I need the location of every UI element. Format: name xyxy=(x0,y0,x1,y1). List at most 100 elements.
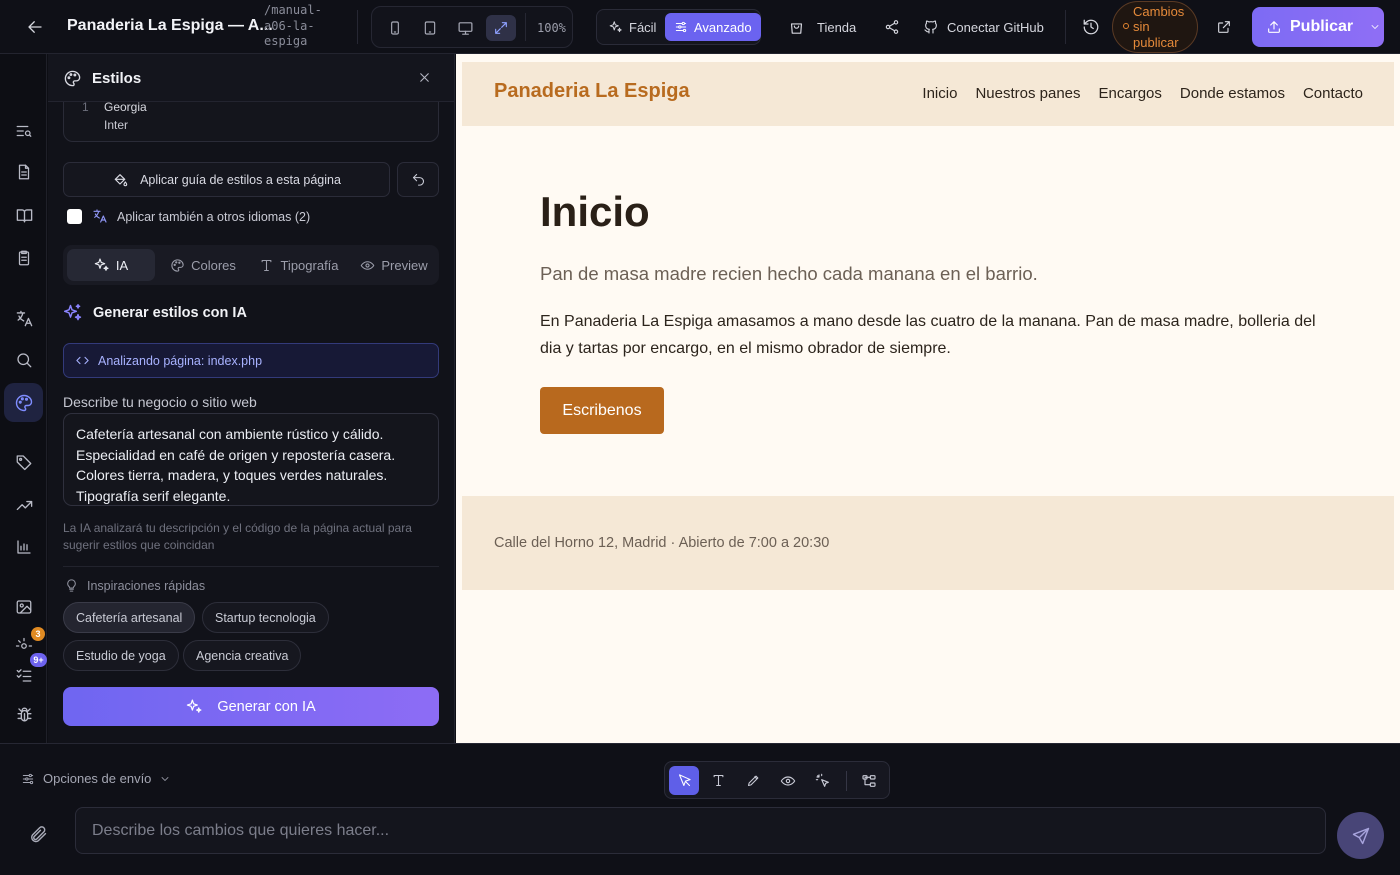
desktop-view-icon[interactable] xyxy=(450,15,480,41)
send-icon xyxy=(1351,826,1371,846)
generate-with-ai-button[interactable]: Generar con IA xyxy=(63,687,439,726)
paint-bucket-icon xyxy=(112,172,128,188)
generate-heading: Generar estilos con IA xyxy=(63,303,247,323)
tab-tipografia[interactable]: Tipografía xyxy=(249,249,349,281)
upload-icon xyxy=(1266,19,1282,35)
site-header: Panaderia La Espiga Inicio Nuestros pane… xyxy=(462,62,1394,126)
divider xyxy=(1065,10,1066,44)
panel-header: Estilos xyxy=(48,54,454,102)
fullscreen-view-icon[interactable] xyxy=(486,15,516,41)
connect-github-button[interactable]: Conectar GitHub xyxy=(923,17,1044,37)
external-link-icon[interactable] xyxy=(1216,17,1232,37)
github-icon xyxy=(923,19,939,35)
tasks-badge: 9+ xyxy=(30,653,47,667)
chat-bar: Opciones de envío Describe los cambios q… xyxy=(0,743,1400,875)
mobile-view-icon[interactable] xyxy=(380,15,410,41)
text-tool-icon[interactable] xyxy=(703,766,733,795)
top-bar: Panaderia La Espiga — A... /manual-a06-l… xyxy=(0,0,1400,54)
tag-icon[interactable] xyxy=(12,450,36,474)
checklist-icon[interactable] xyxy=(12,663,36,687)
bug-icon[interactable] xyxy=(12,702,36,726)
nav-link-contacto[interactable]: Contacto xyxy=(1303,85,1363,102)
tab-preview[interactable]: Preview xyxy=(351,249,437,281)
unpublished-changes-badge[interactable]: Cambios sin publicar xyxy=(1112,1,1198,53)
inspiration-chip[interactable]: Cafetería artesanal xyxy=(63,602,196,633)
analyzing-status: Analizando página: index.php xyxy=(63,343,439,378)
left-rail: 3 9+ xyxy=(0,54,47,743)
nav-link-encargos[interactable]: Encargos xyxy=(1099,85,1162,102)
hero-body: En Panaderia La Espiga amasamos a mano d… xyxy=(540,313,1316,357)
site-logo[interactable]: Panaderia La Espiga xyxy=(494,80,690,103)
inspiration-chip[interactable]: Agencia creativa xyxy=(183,640,302,671)
file-icon[interactable] xyxy=(12,160,36,184)
sliders-icon xyxy=(21,772,35,786)
status-dot xyxy=(1123,23,1129,29)
hero-title: Inicio xyxy=(540,188,650,235)
inspiration-chip[interactable]: Startup tecnologia xyxy=(202,602,329,633)
store-button[interactable]: Tienda xyxy=(788,17,856,37)
book-icon[interactable] xyxy=(12,203,36,227)
hero-subtitle: Pan de masa madre recien hecho cada mana… xyxy=(540,263,1038,284)
nav-link-inicio[interactable]: Inicio xyxy=(922,85,957,102)
font-index: 1 xyxy=(82,100,89,114)
divider xyxy=(357,10,358,44)
mode-easy-button[interactable]: Fácil xyxy=(600,13,665,41)
divider xyxy=(63,566,439,567)
zoom-level[interactable]: 100% xyxy=(537,21,566,35)
panel-title: Estilos xyxy=(92,70,142,87)
nav-link-panes[interactable]: Nuestros panes xyxy=(975,85,1080,102)
edit-tools xyxy=(664,761,890,799)
trending-icon[interactable] xyxy=(12,493,36,517)
cta-button[interactable]: Escribenos xyxy=(540,387,664,434)
ai-hint-text: La IA analizará tu descripción y el códi… xyxy=(63,521,412,552)
sparkles-icon xyxy=(94,257,110,273)
publish-button[interactable]: Publicar xyxy=(1252,7,1384,47)
tab-ia[interactable]: IA xyxy=(67,249,155,281)
translate-icon[interactable] xyxy=(12,306,36,330)
describe-label: Describe tu negocio o sitio web xyxy=(63,394,257,410)
project-title: Panaderia La Espiga — A... xyxy=(67,17,273,34)
undo-icon xyxy=(411,172,426,187)
history-icon[interactable] xyxy=(1082,17,1100,37)
tablet-view-icon[interactable] xyxy=(415,15,445,41)
site-nav: Inicio Nuestros panes Encargos Donde est… xyxy=(922,85,1363,102)
bar-chart-icon[interactable] xyxy=(12,535,36,559)
palette-icon xyxy=(63,69,82,88)
eye-icon xyxy=(360,258,375,273)
back-arrow-icon[interactable] xyxy=(22,15,48,39)
paperclip-icon[interactable] xyxy=(28,824,48,844)
site-preview: Panaderia La Espiga Inicio Nuestros pane… xyxy=(456,54,1400,743)
palette-icon[interactable] xyxy=(4,383,43,422)
chevron-down-icon xyxy=(159,773,171,785)
search-list-icon[interactable] xyxy=(12,119,36,143)
send-options-toggle[interactable]: Opciones de envío xyxy=(21,771,171,786)
apply-other-languages-checkbox[interactable] xyxy=(67,209,82,224)
magic-cursor-icon[interactable] xyxy=(808,766,838,795)
chat-input[interactable]: Describe los cambios que quieres hacer..… xyxy=(75,807,1326,854)
component-tree-icon[interactable] xyxy=(854,766,884,795)
share-icon[interactable] xyxy=(884,17,900,37)
search-icon[interactable] xyxy=(12,348,36,372)
heading-font: Georgia xyxy=(104,100,147,114)
divider xyxy=(525,13,526,41)
editor-mode-toggle: Fácil Avanzado xyxy=(596,9,761,45)
palette-icon xyxy=(170,258,185,273)
styles-panel: 1 Georgia Inter Estilos Aplicar guía de … xyxy=(48,54,455,743)
mode-advanced-button[interactable]: Avanzado xyxy=(665,13,761,41)
send-button[interactable] xyxy=(1337,812,1384,859)
close-icon[interactable] xyxy=(417,70,432,85)
eye-icon[interactable] xyxy=(773,766,803,795)
business-description-textarea[interactable]: Cafetería artesanal con ambiente rústico… xyxy=(63,413,439,506)
undo-button[interactable] xyxy=(397,162,439,197)
project-path: /manual-a06-la-espiga xyxy=(264,3,322,48)
apply-style-guide-button[interactable]: Aplicar guía de estilos a esta página xyxy=(63,162,390,197)
apply-other-languages-label: Aplicar también a otros idiomas (2) xyxy=(117,210,311,224)
pencil-icon[interactable] xyxy=(738,766,768,795)
clipboard-icon[interactable] xyxy=(12,246,36,270)
nav-link-donde[interactable]: Donde estamos xyxy=(1180,85,1285,102)
tab-colores[interactable]: Colores xyxy=(159,249,247,281)
notification-badge: 3 xyxy=(31,627,45,641)
inspiration-chip[interactable]: Estudio de yoga xyxy=(63,640,179,671)
select-pointer-icon[interactable] xyxy=(669,766,699,795)
image-icon[interactable] xyxy=(12,595,36,619)
